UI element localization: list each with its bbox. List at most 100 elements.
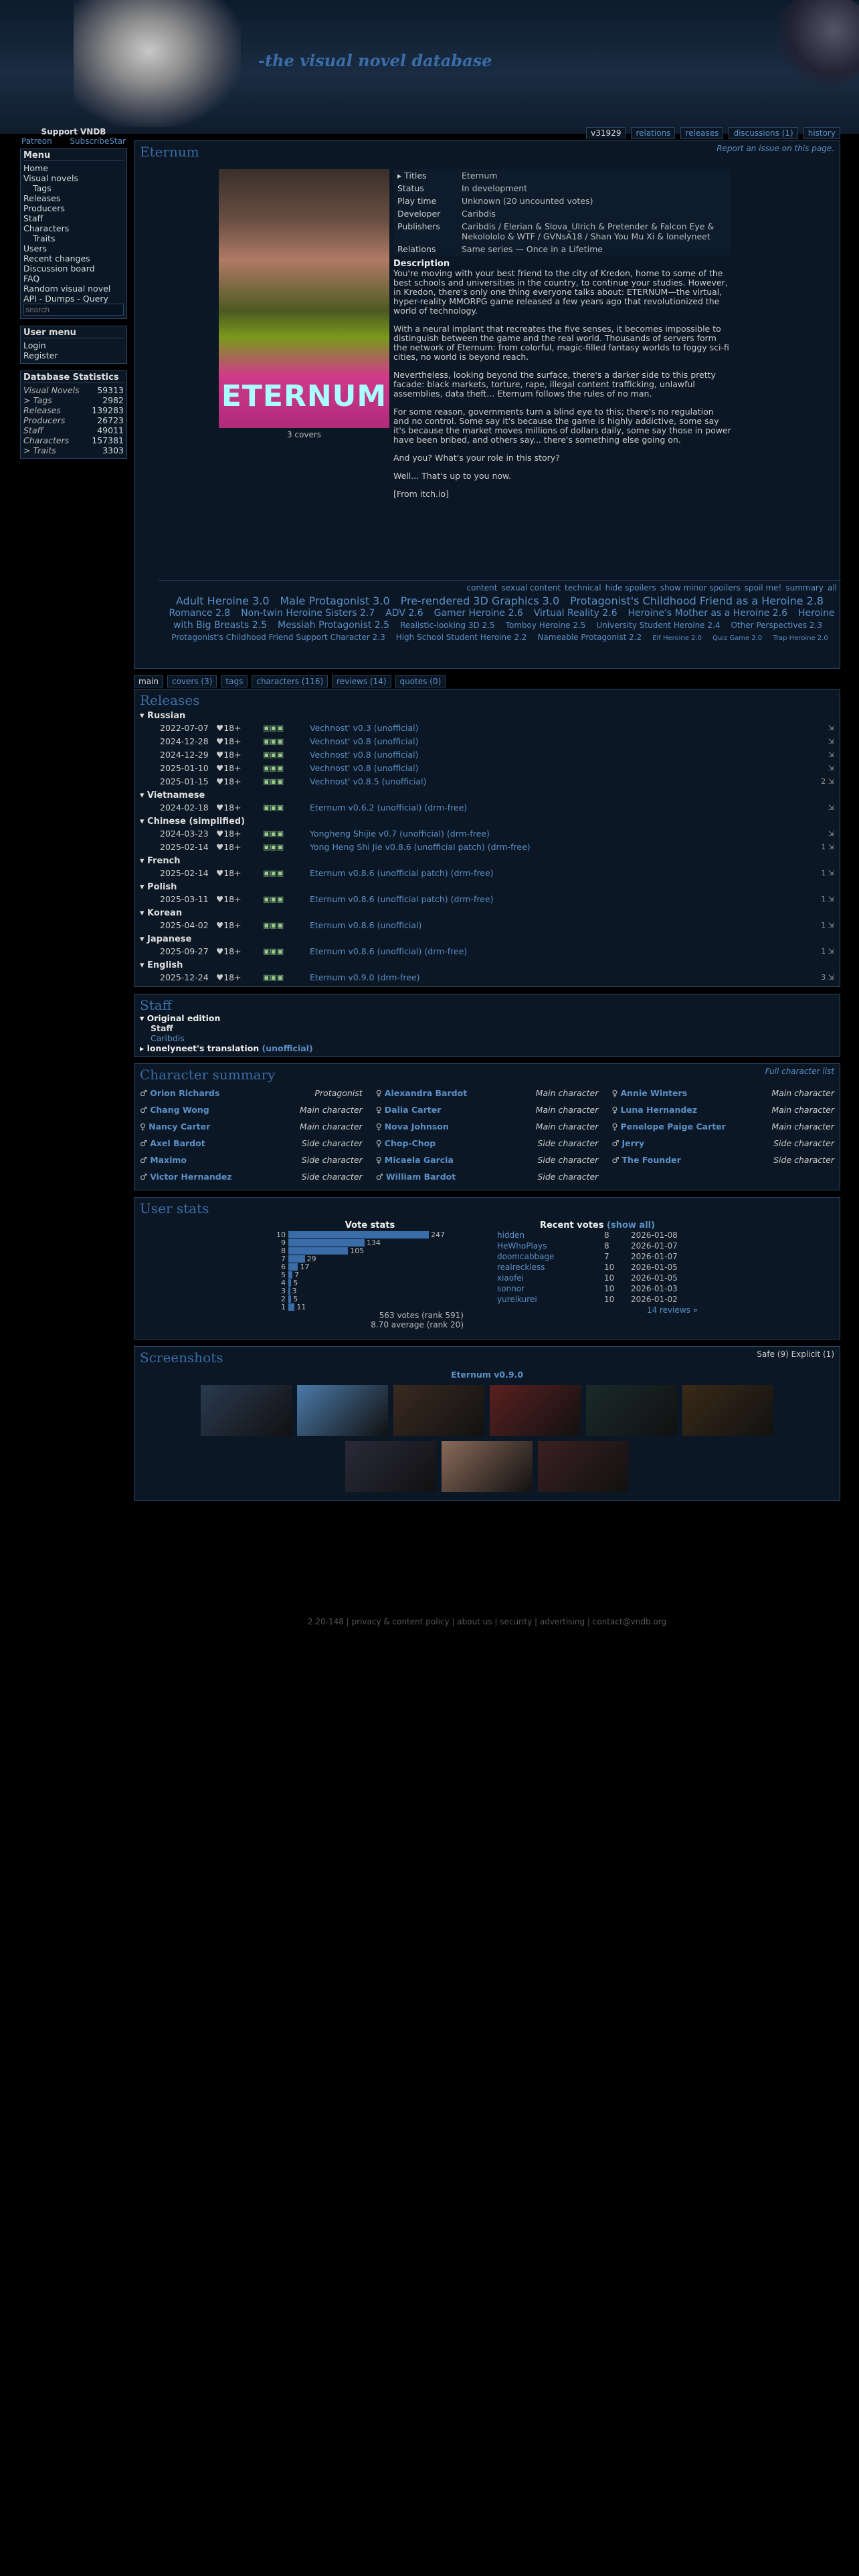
tag-category[interactable]: spoil me!: [745, 583, 782, 593]
language-header[interactable]: ▾ French: [140, 856, 834, 866]
reviews-link[interactable]: 14 reviews »: [647, 1305, 698, 1315]
screenshot-release[interactable]: Eternum v0.9.0: [451, 1370, 523, 1380]
release-title[interactable]: Yong Heng Shi Jie v0.8.6 (unofficial pat…: [310, 842, 761, 852]
tag-category[interactable]: hide spoilers: [605, 583, 656, 593]
character-name[interactable]: William Bardot: [386, 1172, 456, 1182]
character-name[interactable]: Nancy Carter: [149, 1121, 210, 1132]
menu-item[interactable]: Releases: [23, 193, 124, 203]
tag-link[interactable]: Tomboy Heroine 2.5: [506, 621, 586, 630]
tag-link[interactable]: Heroine's Mother as a Heroine 2.6: [628, 608, 788, 619]
tab-2[interactable]: releases: [680, 127, 724, 139]
screenshot-thumb[interactable]: [345, 1441, 436, 1492]
tag-link[interactable]: Other Perspectives 2.3: [731, 621, 822, 630]
character-name[interactable]: Micaela Garcia: [385, 1155, 454, 1165]
subtab-1[interactable]: covers (3): [167, 675, 217, 687]
stat-label[interactable]: > Traits: [23, 445, 56, 455]
full-char-link[interactable]: Full character list: [765, 1067, 834, 1076]
language-header[interactable]: ▾ Russian: [140, 711, 834, 721]
release-title[interactable]: Vechnost' v0.8 (unofficial): [310, 750, 761, 760]
staff-caribdis[interactable]: Caribdis: [151, 1033, 185, 1043]
release-title[interactable]: Eternum v0.8.6 (unofficial patch) (drm-f…: [310, 868, 761, 878]
tag-category[interactable]: all: [828, 583, 837, 593]
screenshot-thumb[interactable]: [201, 1385, 292, 1436]
menu-item[interactable]: Traits: [23, 233, 124, 243]
tag-category[interactable]: show minor spoilers: [660, 583, 741, 593]
stat-label[interactable]: Characters: [23, 435, 69, 445]
stat-label[interactable]: Staff: [23, 425, 43, 435]
release-count[interactable]: 2 ⇲: [761, 777, 834, 786]
screenshot-thumb[interactable]: [393, 1385, 484, 1436]
release-title[interactable]: Eternum v0.6.2 (unofficial) (drm-free): [310, 802, 761, 813]
menu-item[interactable]: Recent changes: [23, 253, 124, 263]
character-name[interactable]: Annie Winters: [620, 1088, 687, 1098]
tag-link[interactable]: Non-twin Heroine Sisters 2.7: [241, 608, 375, 619]
tag-link[interactable]: Romance 2.8: [169, 608, 230, 619]
menu-item[interactable]: Users: [23, 243, 124, 253]
menu-item[interactable]: Staff: [23, 213, 124, 223]
cover-image[interactable]: ETERNUM: [219, 169, 389, 428]
footer[interactable]: 2.20-148 | privacy & content policy | ab…: [134, 1617, 840, 1626]
character-name[interactable]: Nova Johnson: [385, 1121, 449, 1132]
menu-item[interactable]: Visual novels: [23, 173, 124, 183]
character-name[interactable]: The Founder: [622, 1155, 681, 1165]
tag-link[interactable]: Adult Heroine 3.0: [176, 595, 270, 607]
tab-1[interactable]: relations: [631, 127, 676, 139]
stat-label[interactable]: > Tags: [23, 395, 52, 405]
release-title[interactable]: Eternum v0.9.0 (drm-free): [310, 972, 761, 982]
stat-label[interactable]: Producers: [23, 415, 65, 425]
recent-vote-user[interactable]: xiaofei: [497, 1273, 604, 1284]
release-title[interactable]: Yongheng Shijie v0.7 (unofficial) (drm-f…: [310, 829, 761, 839]
character-name[interactable]: Alexandra Bardot: [385, 1088, 467, 1098]
tag-link[interactable]: Nameable Protagonist 2.2: [537, 633, 642, 642]
release-count[interactable]: 1 ⇲: [761, 921, 834, 930]
menu-item[interactable]: Tags: [23, 183, 124, 193]
stat-label[interactable]: Releases: [23, 405, 61, 415]
menu-item[interactable]: Producers: [23, 203, 124, 213]
language-header[interactable]: ▾ Polish: [140, 882, 834, 892]
recent-vote-user[interactable]: realreckless: [497, 1263, 604, 1273]
screenshot-filters[interactable]: Safe (9) Explicit (1): [757, 1350, 834, 1359]
screenshot-thumb[interactable]: [682, 1385, 773, 1436]
release-count[interactable]: 1 ⇲: [761, 843, 834, 851]
recent-vote-user[interactable]: hidden: [497, 1230, 604, 1241]
menu-item[interactable]: API - Dumps - Query: [23, 294, 124, 304]
tag-link[interactable]: Pre-rendered 3D Graphics 3.0: [401, 595, 560, 607]
release-title[interactable]: Vechnost' v0.8.5 (unofficial): [310, 776, 761, 786]
language-header[interactable]: ▾ Korean: [140, 908, 834, 918]
screenshot-thumb[interactable]: [442, 1441, 533, 1492]
stat-label[interactable]: Visual Novels: [23, 385, 80, 395]
subtab-3[interactable]: characters (116): [252, 675, 328, 687]
menu-item[interactable]: Random visual novel: [23, 284, 124, 294]
tag-link[interactable]: ADV 2.6: [385, 608, 423, 619]
original-edition[interactable]: ▾ Original edition: [140, 1013, 834, 1023]
tag-link[interactable]: Quiz Game 2.0: [712, 635, 762, 642]
character-name[interactable]: Orion Richards: [150, 1088, 219, 1098]
release-title[interactable]: Eternum v0.8.6 (unofficial) (drm-free): [310, 946, 761, 956]
release-title[interactable]: Eternum v0.8.6 (unofficial patch) (drm-f…: [310, 894, 761, 904]
tag-category[interactable]: summary: [785, 583, 824, 593]
menu-item[interactable]: FAQ: [23, 274, 124, 284]
release-count[interactable]: ⇲: [761, 724, 834, 732]
recent-vote-user[interactable]: sonnor: [497, 1284, 604, 1295]
subtab-0[interactable]: main: [134, 675, 163, 687]
menu-item[interactable]: Discussion board: [23, 263, 124, 274]
screenshot-thumb[interactable]: [490, 1385, 581, 1436]
language-header[interactable]: ▾ English: [140, 960, 834, 970]
release-title[interactable]: Eternum v0.8.6 (unofficial): [310, 920, 761, 930]
tag-link[interactable]: Protagonist's Childhood Friend as a Hero…: [570, 595, 824, 607]
tag-link[interactable]: Protagonist's Childhood Friend Support C…: [171, 633, 385, 642]
release-count[interactable]: ⇲: [761, 803, 834, 812]
show-all-link[interactable]: (show all): [607, 1220, 655, 1230]
tab-3[interactable]: discussions (1): [729, 127, 798, 139]
character-name[interactable]: Chop-Chop: [385, 1138, 436, 1148]
tag-link[interactable]: Trap Heroine 2.0: [773, 635, 828, 642]
subscribestar-link[interactable]: SubscribeStar: [70, 136, 126, 146]
screenshot-thumb[interactable]: [586, 1385, 677, 1436]
recent-vote-user[interactable]: doomcabbage: [497, 1252, 604, 1263]
character-name[interactable]: Axel Bardot: [150, 1138, 205, 1148]
release-title[interactable]: Vechnost' v0.8 (unofficial): [310, 736, 761, 746]
tab-0[interactable]: v31929: [586, 127, 626, 139]
search-input[interactable]: [23, 304, 124, 316]
character-name[interactable]: Dalia Carter: [385, 1105, 442, 1115]
recent-vote-user[interactable]: yureikurei: [497, 1295, 604, 1305]
